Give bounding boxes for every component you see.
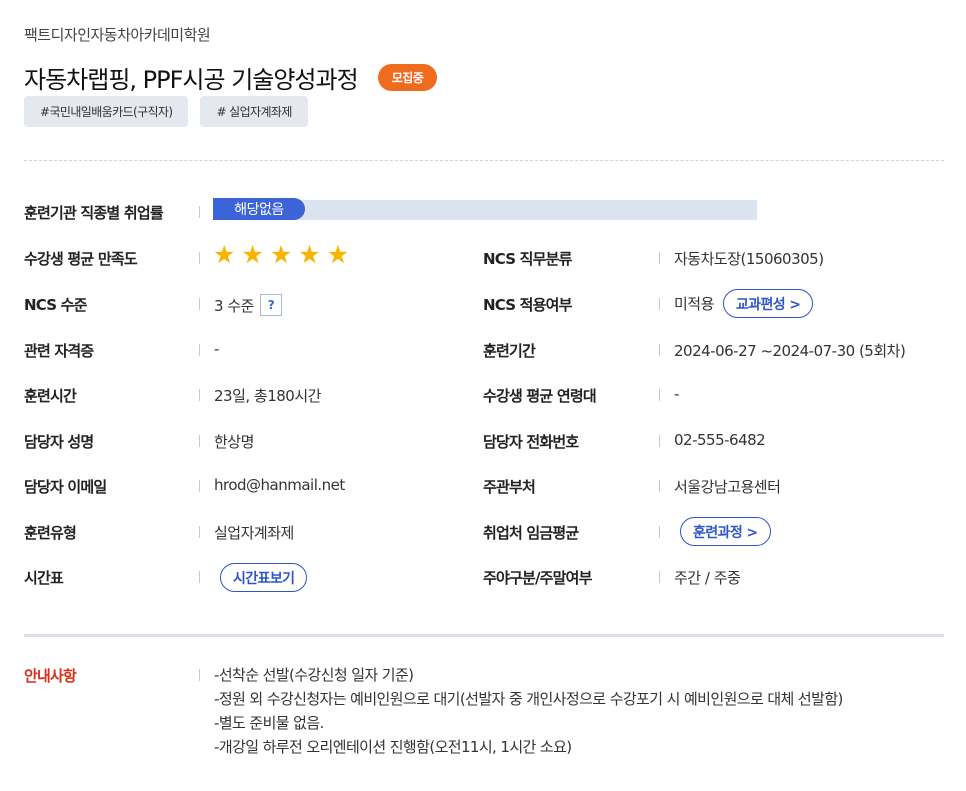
institute-name[interactable]: 팩트디자인자동차아카데미학원 (24, 24, 211, 45)
separator (199, 206, 200, 218)
separator (659, 435, 660, 447)
separator (659, 389, 660, 401)
separator (199, 526, 200, 538)
separator (659, 526, 660, 538)
status-badge: 모집중 (377, 64, 438, 91)
separator (199, 571, 200, 583)
help-icon[interactable]: ? (259, 294, 282, 316)
curriculum-button[interactable]: 교과편성 > (722, 289, 814, 318)
notice-item: -개강일 하루전 오리엔테이션 진행함(오전11시, 1시간 소요) (214, 738, 572, 756)
agency-value: 서울강남고용센터 (674, 478, 781, 496)
star-icon: ★ (326, 240, 350, 269)
hours-label: 훈련시간 (24, 387, 77, 405)
day-type-label: 주야구분/주말여부 (483, 569, 592, 587)
notice-item: -선착순 선발(수강신청 일자 기준) (214, 666, 414, 684)
manager-phone-label: 담당자 전화번호 (483, 433, 579, 451)
ncs-category-label: NCS 직무분류 (483, 250, 572, 268)
star-icon: ★ (241, 240, 264, 269)
agency-label: 주관부처 (483, 478, 536, 496)
divider (24, 160, 944, 161)
ncs-level: 3 수준 ? (214, 294, 282, 316)
training-type-value: 실업자계좌제 (214, 524, 294, 542)
notice-list: -선착순 선발(수강신청 일자 기준) -정원 외 수강신청자는 예비인원으로 … (214, 663, 843, 759)
separator (199, 344, 200, 356)
separator (659, 571, 660, 583)
employment-rate-value: 해당없음 (213, 198, 305, 220)
separator (199, 252, 200, 264)
age-label: 수강생 평균 연령대 (483, 387, 597, 405)
ncs-applied-label: NCS 적용여부 (483, 296, 572, 314)
separator (199, 298, 200, 310)
course-button[interactable]: 훈련과정 > (680, 517, 771, 546)
separator (659, 298, 660, 310)
age-value: - (674, 385, 679, 403)
satisfaction-label: 수강생 평균 만족도 (24, 250, 138, 268)
manager-phone-value: 02-555-6482 (674, 431, 766, 449)
tag-list: #국민내일배움카드(구직자) # 실업자계좌제 (24, 96, 308, 127)
certificate-value: - (214, 340, 219, 358)
notice-item: -별도 준비물 없음. (214, 714, 324, 732)
separator (199, 669, 200, 681)
notice-label: 안내사항 (24, 667, 77, 685)
star-icon: ★ (269, 240, 293, 269)
wage-value: 훈련과정 > (680, 517, 771, 546)
ncs-level-value: 3 수준 (214, 296, 254, 315)
star-icon: ★ (298, 240, 321, 269)
period-value: 2024-06-27 ~2024-07-30 (5회차) (674, 342, 906, 360)
ncs-category-value: 자동차도장(15060305) (674, 250, 824, 268)
ncs-applied-value: 미적용 (674, 295, 714, 313)
employment-rate-label: 훈련기관 직종별 취업률 (24, 204, 164, 222)
manager-name-label: 담당자 성명 (24, 433, 94, 451)
ncs-applied: 미적용 교과편성 > (674, 289, 814, 318)
manager-name-value: 한상명 (214, 433, 254, 451)
wage-label: 취업처 임금평균 (483, 524, 579, 542)
manager-email-value: hrod@hanmail.net (214, 476, 345, 494)
separator (199, 480, 200, 492)
separator (659, 480, 660, 492)
manager-email-label: 담당자 이메일 (24, 478, 107, 496)
separator (659, 344, 660, 356)
ncs-level-label: NCS 수준 (24, 296, 87, 314)
day-type-value: 주간 / 주중 (674, 569, 741, 587)
section-divider (24, 634, 944, 637)
tag-account[interactable]: # 실업자계좌제 (200, 96, 308, 127)
separator (199, 389, 200, 401)
title-row: 자동차랩핑, PPF시공 기술양성과정 모집중 (24, 60, 438, 95)
period-label: 훈련기간 (483, 342, 536, 360)
star-icon: ★ (213, 240, 236, 269)
notice-item: -정원 외 수강신청자는 예비인원으로 대기(선발자 중 개인사정으로 수강포기… (214, 690, 843, 708)
tag-card[interactable]: #국민내일배움카드(구직자) (24, 96, 189, 127)
separator (199, 435, 200, 447)
course-title: 자동차랩핑, PPF시공 기술양성과정 (24, 66, 359, 94)
certificate-label: 관련 자격증 (24, 342, 94, 360)
timetable-label: 시간표 (24, 569, 64, 587)
training-type-label: 훈련유형 (24, 524, 77, 542)
satisfaction-stars: ★ ★ ★ ★ ★ (213, 242, 349, 267)
timetable-value: 시간표보기 (220, 563, 308, 592)
separator (659, 252, 660, 264)
timetable-button[interactable]: 시간표보기 (220, 563, 308, 592)
hours-value: 23일, 총180시간 (214, 387, 321, 405)
